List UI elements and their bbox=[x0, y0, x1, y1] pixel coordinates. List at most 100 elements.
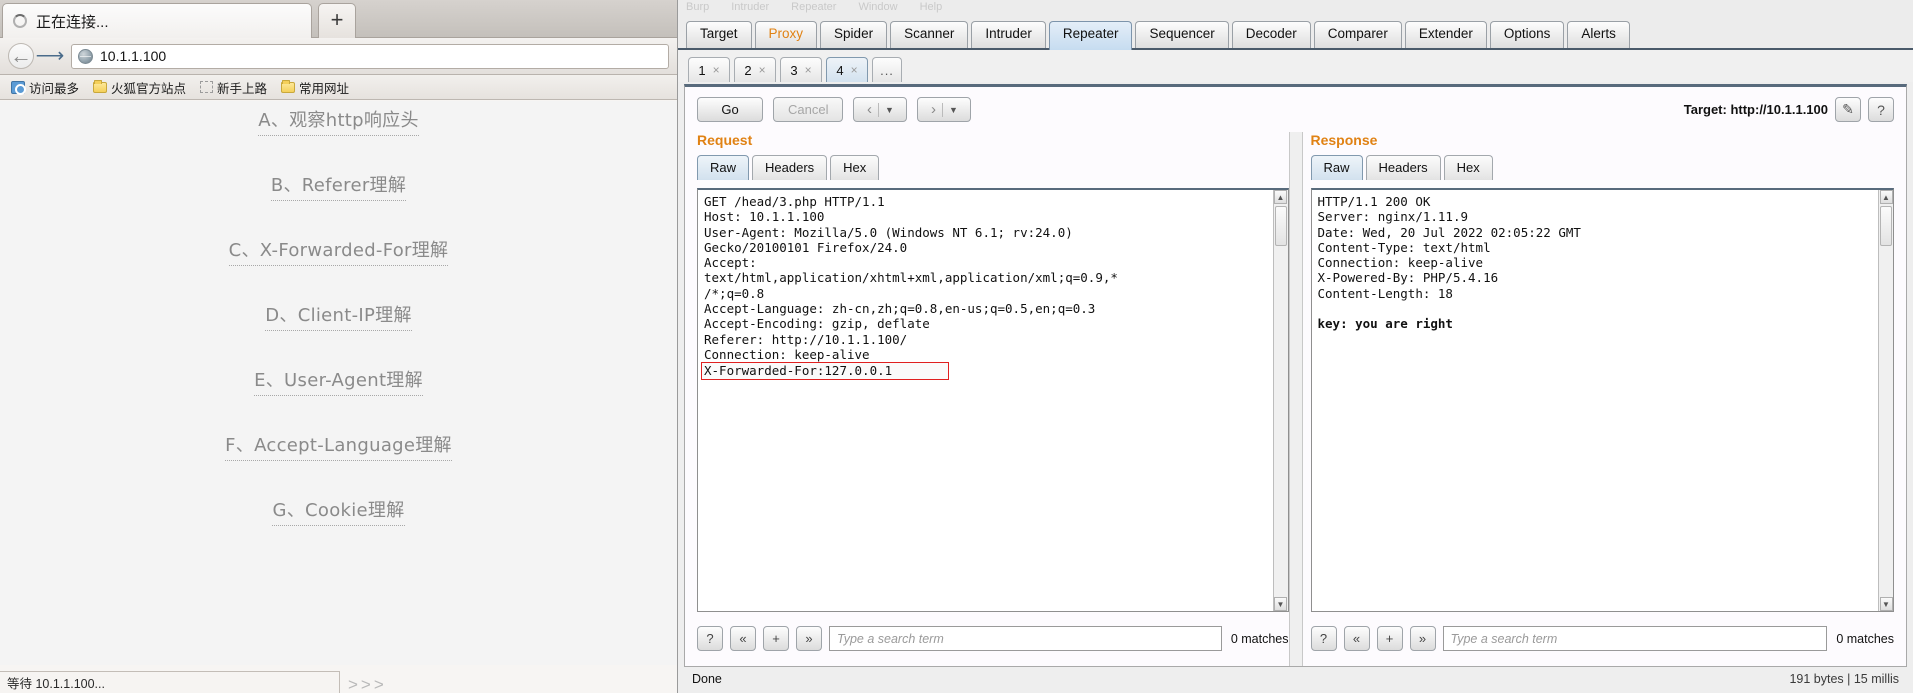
bookmark-item-firefox-site[interactable]: 火狐官方站点 bbox=[88, 77, 191, 98]
page-link-d[interactable]: D、Client-IP理解 bbox=[265, 301, 412, 331]
page-link-g[interactable]: G、Cookie理解 bbox=[272, 496, 405, 526]
browser-tab-active[interactable]: 正在连接... bbox=[2, 3, 312, 38]
repeater-toolbar: Go Cancel ‹ ▼ › ▼ Target: http://10.1.1.… bbox=[685, 87, 1906, 132]
menu-item-burp[interactable]: Burp bbox=[686, 1, 709, 13]
dashed-folder-icon bbox=[200, 81, 214, 93]
menu-item-help[interactable]: Help bbox=[920, 1, 943, 13]
bookmark-label: 新手上路 bbox=[217, 81, 268, 96]
browser-tab-title: 正在连接... bbox=[36, 13, 109, 31]
tab-options[interactable]: Options bbox=[1489, 21, 1565, 48]
address-bar[interactable]: 10.1.1.100 bbox=[71, 43, 669, 69]
scroll-indicator-glyph: >>> bbox=[348, 675, 387, 693]
repeater-tab-overflow[interactable]: ... bbox=[872, 57, 902, 82]
pencil-edit-icon[interactable]: ✎ bbox=[1835, 97, 1861, 122]
bookmark-item-most-visited[interactable]: 访问最多 bbox=[6, 77, 84, 98]
tab-scanner[interactable]: Scanner bbox=[890, 21, 969, 48]
close-icon[interactable]: × bbox=[805, 63, 812, 77]
response-search-input[interactable]: Type a search term bbox=[1442, 626, 1828, 651]
repeater-tab-bar: 1 × 2 × 3 × 4 × ... bbox=[678, 50, 1913, 82]
response-scrollbar[interactable]: ▲ ▼ bbox=[1878, 190, 1893, 611]
response-editor[interactable]: HTTP/1.1 200 OK Server: nginx/1.11.9 Dat… bbox=[1310, 188, 1894, 612]
tab-comparer[interactable]: Comparer bbox=[1313, 21, 1402, 48]
cancel-button[interactable]: Cancel bbox=[773, 97, 844, 122]
repeater-tab-label: 2 bbox=[744, 62, 752, 78]
menu-item-intruder[interactable]: Intruder bbox=[731, 1, 769, 13]
next-match-icon[interactable]: » bbox=[796, 626, 822, 651]
response-headers-text: HTTP/1.1 200 OK Server: nginx/1.11.9 Dat… bbox=[1317, 194, 1581, 301]
response-view-tabs: Raw Headers Hex bbox=[1310, 155, 1895, 180]
scrollbar-thumb[interactable] bbox=[1274, 206, 1287, 246]
repeater-tab-label: 3 bbox=[790, 62, 798, 78]
page-link-e[interactable]: E、User-Agent理解 bbox=[254, 366, 423, 396]
divider bbox=[878, 102, 879, 117]
tab-intruder[interactable]: Intruder bbox=[971, 21, 1046, 48]
close-icon[interactable]: × bbox=[759, 63, 766, 77]
bookmark-item-common-sites[interactable]: 常用网址 bbox=[276, 77, 354, 98]
history-forward-button[interactable]: › ▼ bbox=[917, 97, 972, 122]
tab-proxy[interactable]: Proxy bbox=[754, 21, 818, 48]
bookmark-label: 访问最多 bbox=[29, 81, 80, 96]
prev-match-icon[interactable]: « bbox=[730, 626, 756, 651]
tab-decoder[interactable]: Decoder bbox=[1231, 21, 1311, 48]
request-scrollbar[interactable]: ▲ ▼ bbox=[1272, 190, 1288, 611]
help-icon[interactable]: ? bbox=[697, 626, 723, 651]
tab-extender[interactable]: Extender bbox=[1404, 21, 1487, 48]
tab-target[interactable]: Target bbox=[686, 21, 752, 48]
forward-arrow-icon[interactable]: ⟶ bbox=[36, 43, 65, 69]
page-link-c[interactable]: C、X-Forwarded-For理解 bbox=[228, 236, 449, 266]
request-search-input[interactable]: Type a search term bbox=[829, 626, 1222, 651]
repeater-tab-1[interactable]: 1 × bbox=[688, 57, 730, 82]
new-tab-button[interactable]: + bbox=[318, 3, 356, 38]
scroll-down-icon[interactable]: ▼ bbox=[1879, 597, 1893, 611]
request-tab-raw[interactable]: Raw bbox=[697, 155, 750, 180]
bookmark-item-getting-started[interactable]: 新手上路 bbox=[195, 77, 272, 98]
browser-navigation-bar: ← ⟶ 10.1.1.100 bbox=[0, 38, 677, 75]
close-icon[interactable]: × bbox=[713, 63, 720, 77]
repeater-tab-2[interactable]: 2 × bbox=[734, 57, 776, 82]
response-match-count: 0 matches bbox=[1836, 631, 1894, 646]
bookmarks-bar: 访问最多 火狐官方站点 新手上路 常用网址 bbox=[0, 75, 677, 100]
scroll-down-icon[interactable]: ▼ bbox=[1274, 597, 1287, 611]
burp-suite-window: Burp Intruder Repeater Window Help Targe… bbox=[678, 0, 1913, 693]
browser-status-bar: 等待 10.1.1.100... bbox=[0, 671, 340, 693]
add-tab-icon[interactable]: + bbox=[763, 626, 789, 651]
request-tab-headers[interactable]: Headers bbox=[752, 155, 828, 180]
page-link-f[interactable]: F、Accept-Language理解 bbox=[225, 431, 452, 461]
history-back-button[interactable]: ‹ ▼ bbox=[853, 97, 908, 122]
response-title: Response bbox=[1310, 132, 1378, 148]
globe-icon bbox=[78, 48, 93, 64]
page-link-row: A、观察http响应头 bbox=[0, 106, 677, 171]
tab-sequencer[interactable]: Sequencer bbox=[1135, 21, 1229, 48]
request-match-count: 0 matches bbox=[1230, 631, 1289, 646]
repeater-tab-3[interactable]: 3 × bbox=[780, 57, 822, 82]
help-icon[interactable]: ? bbox=[1310, 626, 1337, 651]
repeater-tab-4[interactable]: 4 × bbox=[826, 57, 868, 82]
folder-icon bbox=[93, 79, 108, 93]
page-link-a[interactable]: A、观察http响应头 bbox=[258, 106, 419, 136]
response-tab-hex[interactable]: Hex bbox=[1443, 155, 1493, 180]
menu-item-window[interactable]: Window bbox=[858, 1, 897, 13]
add-tab-icon[interactable]: + bbox=[1376, 626, 1403, 651]
response-tab-raw[interactable]: Raw bbox=[1310, 155, 1363, 180]
pane-divider[interactable] bbox=[1288, 132, 1303, 666]
back-arrow-icon[interactable]: ← bbox=[8, 43, 34, 69]
request-tab-hex[interactable]: Hex bbox=[830, 155, 880, 180]
folder-icon bbox=[281, 79, 296, 93]
next-match-icon[interactable]: » bbox=[1409, 626, 1436, 651]
scrollbar-thumb[interactable] bbox=[1880, 206, 1892, 246]
tab-spider[interactable]: Spider bbox=[820, 21, 888, 48]
page-link-row: C、X-Forwarded-For理解 bbox=[0, 236, 677, 301]
help-icon[interactable]: ? bbox=[1868, 97, 1894, 122]
prev-match-icon[interactable]: « bbox=[1343, 626, 1370, 651]
page-link-b[interactable]: B、Referer理解 bbox=[270, 171, 407, 201]
tab-alerts[interactable]: Alerts bbox=[1567, 21, 1630, 48]
response-tab-headers[interactable]: Headers bbox=[1365, 155, 1441, 180]
request-headers-text: GET /head/3.php HTTP/1.1 Host: 10.1.1.10… bbox=[704, 194, 1118, 362]
scroll-up-icon[interactable]: ▲ bbox=[1274, 190, 1287, 204]
close-icon[interactable]: × bbox=[851, 63, 858, 77]
go-button[interactable]: Go bbox=[697, 97, 763, 122]
tab-repeater[interactable]: Repeater bbox=[1048, 21, 1133, 50]
request-editor[interactable]: GET /head/3.php HTTP/1.1 Host: 10.1.1.10… bbox=[697, 188, 1289, 612]
menu-item-repeater[interactable]: Repeater bbox=[791, 1, 836, 13]
scroll-up-icon[interactable]: ▲ bbox=[1879, 190, 1893, 204]
